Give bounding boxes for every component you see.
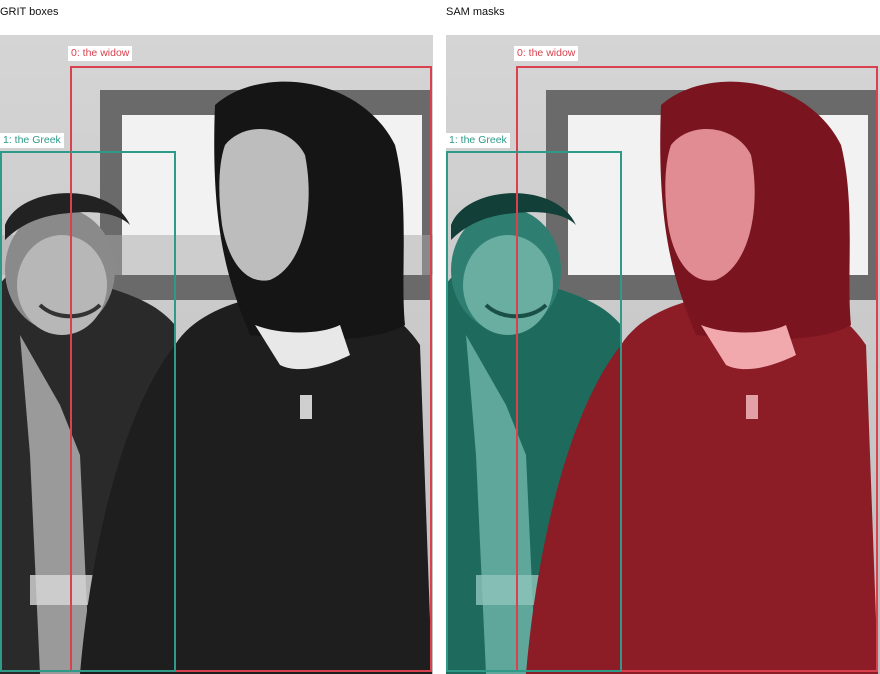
grit-boxes-panel: 0: the widow 1: the Greek xyxy=(0,35,433,674)
sam-masks-panel: 0: the widow 1: the Greek xyxy=(446,35,880,674)
photo-with-masks xyxy=(446,35,880,674)
left-panel-title: GRIT boxes xyxy=(0,6,59,18)
photo-grayscale xyxy=(0,35,433,674)
widow-box-label: 0: the widow xyxy=(514,46,579,61)
greek-box-label: 1: the Greek xyxy=(446,133,510,148)
greek-box-label: 1: the Greek xyxy=(0,133,64,148)
right-panel-title: SAM masks xyxy=(446,6,505,18)
widow-box-label: 0: the widow xyxy=(68,46,133,61)
